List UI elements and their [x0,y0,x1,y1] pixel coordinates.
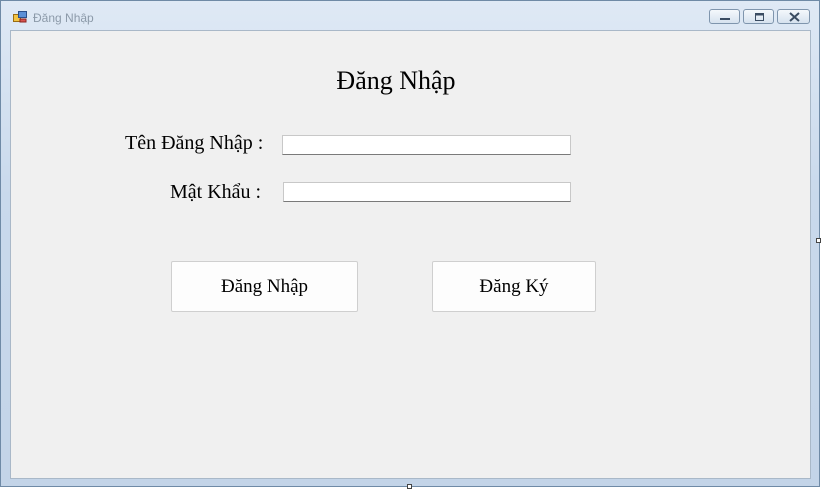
username-label: Tên Đăng Nhập : [125,132,264,154]
maximize-button[interactable] [743,9,774,24]
maximize-icon [755,13,764,21]
register-button[interactable]: Đăng Ký [432,261,596,312]
title-bar[interactable]: Đăng Nhập [1,1,819,30]
close-icon [789,12,800,22]
window-title: Đăng Nhập [33,11,94,25]
login-window: Đăng Nhập Đăng Nhập Tên Đăng Nhập : Mật … [0,0,820,487]
form-client-area: Đăng Nhập Tên Đăng Nhập : Mật Khẩu : Đăn… [10,30,811,479]
username-input[interactable] [282,135,571,155]
resize-handle-bottom[interactable] [407,484,412,489]
form-heading: Đăng Nhập [336,66,456,95]
password-input[interactable] [283,182,571,202]
minimize-button[interactable] [709,9,740,24]
minimize-icon [720,18,730,20]
resize-handle-right[interactable] [816,238,821,243]
login-button[interactable]: Đăng Nhập [171,261,358,312]
close-button[interactable] [777,9,810,24]
app-icon [13,11,27,23]
password-label: Mật Khẩu : [170,181,262,203]
